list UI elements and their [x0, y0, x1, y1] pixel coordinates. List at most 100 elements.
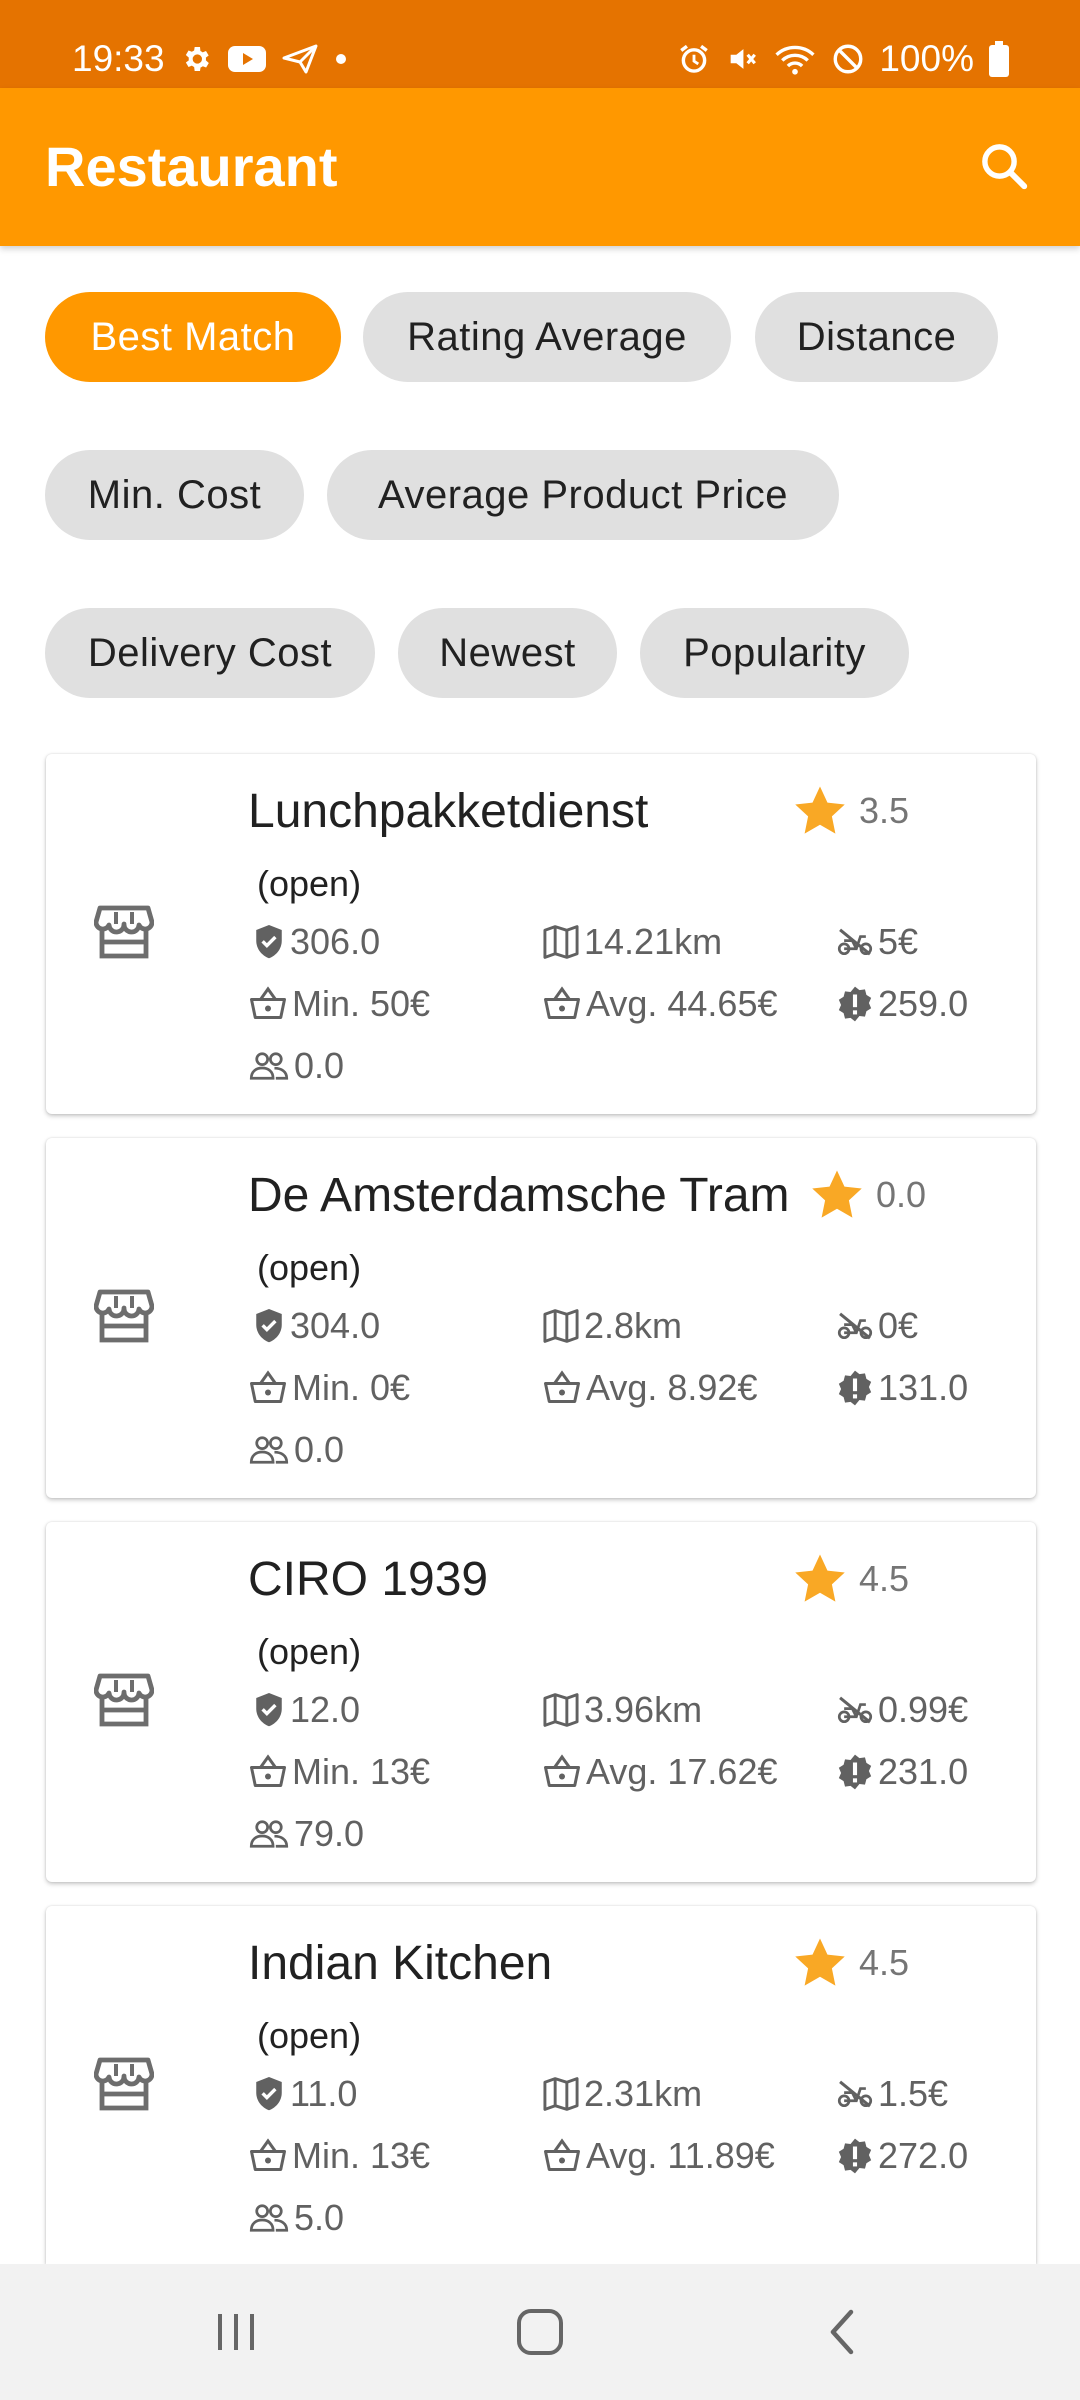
status-time: 19:33: [72, 38, 165, 79]
home-icon: [517, 2309, 563, 2355]
stat-avg-price-value: Avg. 8.92€: [586, 1367, 758, 1408]
basket-icon: [544, 2138, 580, 2171]
people-icon: [249, 1820, 289, 1848]
restaurant-rating: 4.5: [791, 1548, 909, 1610]
stat-min-cost-value: Min. 13€: [292, 1751, 431, 1792]
store-icon: [94, 905, 154, 959]
store-icon: [94, 1289, 154, 1343]
restaurant-card[interactable]: De Amsterdamsche Tram 0.0 (open) 304.0 2…: [46, 1138, 1036, 1498]
filter-chip-popularity[interactable]: Popularity: [640, 608, 909, 698]
stat-min-cost: Min. 13€: [248, 2134, 430, 2178]
people-icon: [249, 1436, 289, 1464]
basket-icon: [250, 1754, 286, 1787]
rating-value: 0.0: [876, 1174, 927, 1215]
filter-chip-newest[interactable]: Newest: [398, 608, 617, 698]
stat-alert: 231.0: [836, 1750, 968, 1794]
stat-min-cost-value: Min. 13€: [292, 2135, 431, 2176]
stat-alert: 259.0: [836, 982, 968, 1026]
stat-min-cost: Min. 50€: [248, 982, 430, 1026]
scooter-off-icon: [837, 1696, 873, 1724]
recent-apps-button[interactable]: [191, 2292, 281, 2372]
dnd-icon: [833, 44, 863, 74]
filter-chip-delivery-cost[interactable]: Delivery Cost: [45, 608, 375, 698]
alert-badge-icon: [838, 2138, 872, 2174]
restaurant-card[interactable]: Lunchpakketdienst 3.5 (open) 306.0 14.21…: [46, 754, 1036, 1114]
stat-popularity: 0.0: [248, 1428, 344, 1472]
stat-avg-price-value: Avg. 17.62€: [586, 1751, 778, 1792]
open-status: (open): [257, 1247, 362, 1288]
basket-icon: [250, 2138, 286, 2171]
filter-chip-distance[interactable]: Distance: [755, 292, 998, 382]
map-icon: [543, 1693, 579, 1727]
youtube-icon: [228, 46, 266, 72]
stat-popularity-value: 5.0: [294, 2197, 345, 2238]
stat-avg-price: Avg. 8.92€: [542, 1366, 757, 1410]
battery-percent: 100%: [879, 38, 974, 79]
open-status: (open): [257, 863, 362, 904]
filter-chip-rating-average[interactable]: Rating Average: [363, 292, 731, 382]
stat-distance: 3.96km: [542, 1688, 702, 1732]
store-icon: [94, 1673, 154, 1727]
alarm-icon: [680, 44, 709, 73]
stat-score-value: 11.0: [290, 2073, 358, 2114]
map-icon: [543, 2077, 579, 2111]
stat-delivery-cost-value: 1.5€: [878, 2073, 949, 2114]
map-icon: [543, 925, 579, 959]
stat-score: 304.0: [252, 1304, 380, 1348]
scooter-off-icon: [837, 928, 873, 956]
star-icon: [795, 1554, 845, 1602]
search-button[interactable]: [968, 130, 1040, 202]
mute-icon: [731, 49, 757, 69]
settings-icon: [185, 47, 209, 71]
stat-alert-value: 231.0: [878, 1751, 969, 1792]
stat-alert-value: 131.0: [878, 1367, 969, 1408]
restaurant-rating: 3.5: [791, 780, 909, 842]
back-button[interactable]: [798, 2292, 888, 2372]
filter-chip-average-product-price[interactable]: Average Product Price: [327, 450, 839, 540]
people-icon: [249, 2204, 289, 2232]
stat-score-value: 12.0: [290, 1689, 361, 1730]
search-icon: [982, 144, 1028, 190]
stat-avg-price: Avg. 11.89€: [542, 2134, 775, 2178]
stat-alert: 272.0: [836, 2134, 968, 2178]
stat-score-value: 304.0: [290, 1305, 381, 1346]
shield-check-icon: [256, 1309, 282, 1343]
filter-chip-best-match[interactable]: Best Match: [45, 292, 341, 382]
recent-apps-icon: [218, 2314, 254, 2350]
restaurant-card[interactable]: Indian Kitchen 4.5 (open) 11.0 2.31km 1.…: [46, 1906, 1036, 2264]
rating-value: 4.5: [859, 1558, 910, 1599]
map-icon: [543, 1309, 579, 1343]
star-icon: [795, 1938, 845, 1986]
stat-delivery-cost-value: 5€: [878, 921, 919, 962]
stat-avg-price: Avg. 44.65€: [542, 982, 778, 1026]
store-icon: [94, 2057, 154, 2111]
dot-icon: [336, 54, 346, 64]
filter-chip-min-cost[interactable]: Min. Cost: [45, 450, 304, 540]
stat-popularity: 79.0: [248, 1812, 364, 1856]
wifi-icon: [775, 45, 815, 75]
people-icon: [249, 1052, 289, 1080]
status-left-icons: [180, 38, 348, 80]
stat-alert-value: 259.0: [878, 983, 969, 1024]
basket-icon: [544, 986, 580, 1019]
stat-popularity-value: 0.0: [294, 1045, 345, 1086]
restaurant-name: Lunchpakketdienst: [248, 785, 649, 838]
restaurant-rating: 0.0: [808, 1164, 926, 1226]
star-icon: [795, 786, 845, 834]
stat-score: 306.0: [252, 920, 380, 964]
restaurant-name: Indian Kitchen: [248, 1937, 553, 1990]
stat-delivery-cost: 1.5€: [836, 2072, 948, 2116]
back-icon: [830, 2309, 854, 2355]
stat-min-cost-value: Min. 50€: [292, 983, 431, 1024]
shield-check-icon: [256, 925, 282, 959]
restaurant-name: De Amsterdamsche Tram: [248, 1169, 790, 1222]
shield-check-icon: [256, 1693, 282, 1727]
alert-badge-icon: [838, 986, 872, 1022]
home-button[interactable]: [495, 2292, 585, 2372]
stat-popularity: 5.0: [248, 2196, 344, 2240]
stat-delivery-cost: 0.99€: [836, 1688, 968, 1732]
stat-avg-price-value: Avg. 11.89€: [586, 2135, 775, 2176]
restaurant-card[interactable]: CIRO 1939 4.5 (open) 12.0 3.96km 0.99€ M…: [46, 1522, 1036, 1882]
stat-distance-value: 14.21km: [584, 921, 723, 962]
open-status: (open): [257, 1631, 362, 1672]
